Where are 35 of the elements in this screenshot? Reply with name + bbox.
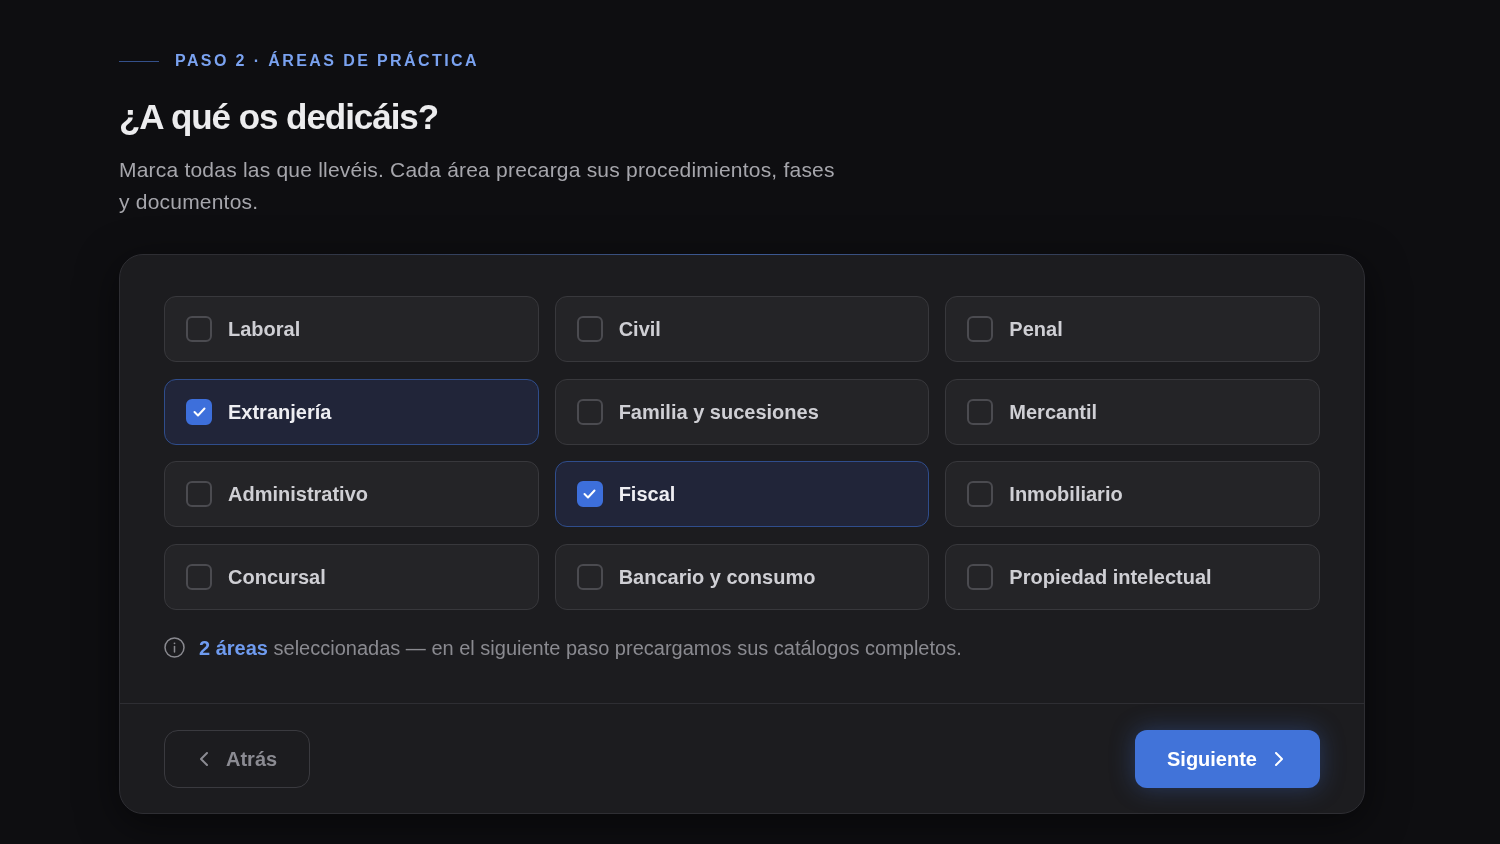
checkbox[interactable] (186, 563, 212, 590)
checkbox[interactable] (576, 481, 603, 508)
area-option[interactable]: Inmobiliario (945, 461, 1320, 528)
chevron-left-icon (200, 751, 208, 766)
checkbox[interactable] (967, 316, 994, 342)
area-option[interactable]: Concursal (164, 543, 539, 610)
area-option[interactable]: Fiscal (554, 461, 930, 528)
checkbox[interactable] (967, 563, 994, 590)
page-heading: ¿A qué os dedicáis? (119, 97, 439, 137)
area-option[interactable]: Extranjería (164, 378, 539, 445)
info-icon (164, 637, 185, 659)
area-option[interactable]: Laboral (164, 296, 539, 362)
area-option[interactable]: Administrativo (164, 461, 539, 528)
checkbox[interactable] (967, 481, 994, 508)
checkbox[interactable] (186, 398, 212, 425)
selection-summary: 2 áreas seleccionadas — en el siguiente paso precargamos sus catálogos completos. (199, 635, 962, 660)
checkbox[interactable] (576, 316, 603, 342)
area-option[interactable]: Penal (945, 296, 1320, 362)
area-option[interactable]: Civil (554, 296, 930, 362)
step-label: PASO 2 · ÁREAS DE PRÁCTICA (175, 51, 479, 71)
description: Marca todas las que llevéis. Cada área precarga sus procedimientos, fases y documentos. (119, 157, 836, 215)
checkbox[interactable] (967, 398, 994, 425)
area-option[interactable]: Mercantil (945, 378, 1320, 445)
checkbox[interactable] (576, 398, 603, 425)
checkbox[interactable] (576, 563, 603, 590)
check-icon (192, 406, 206, 417)
checkbox[interactable] (186, 481, 212, 508)
check-icon (583, 489, 597, 500)
area-option[interactable]: Familia y sucesiones (554, 378, 930, 445)
chevron-right-icon (1275, 751, 1283, 766)
next-button[interactable]: Siguiente (1135, 729, 1320, 788)
area-option[interactable]: Propiedad intelectual (945, 543, 1320, 610)
area-option[interactable]: Bancario y consumo (554, 543, 930, 610)
back-button[interactable]: Atrás (164, 729, 311, 788)
checkbox[interactable] (186, 316, 212, 342)
